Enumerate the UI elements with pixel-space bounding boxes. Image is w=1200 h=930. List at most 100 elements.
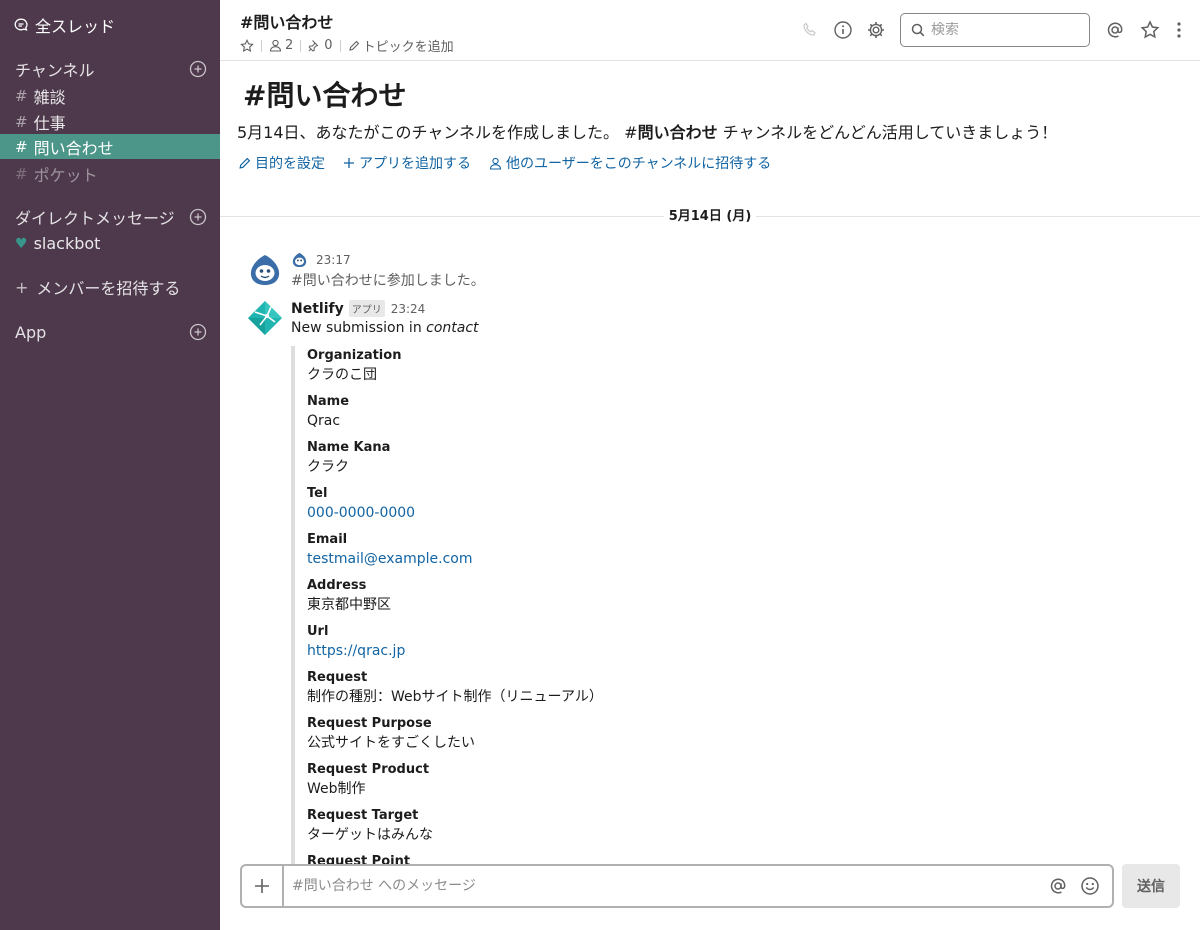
field-label: Email — [307, 532, 348, 547]
bot-small-avatar-icon — [292, 252, 307, 268]
star-channel-button[interactable] — [240, 38, 254, 53]
plus-icon — [344, 158, 354, 168]
channels-section-label[interactable]: チャンネル — [15, 57, 95, 81]
message-timestamp[interactable]: 23:24 — [391, 302, 426, 316]
sidebar-dm-slackbot[interactable]: ♥ slackbot — [0, 231, 220, 256]
member-count: 2 — [285, 38, 294, 53]
netlify-avatar[interactable] — [247, 300, 283, 336]
separator — [261, 39, 262, 52]
header-actions — [798, 18, 888, 42]
info-icon[interactable] — [831, 18, 855, 42]
set-purpose-label: 目的を設定 — [255, 156, 325, 172]
field-label: Request Point — [307, 854, 411, 864]
email-link[interactable]: testmail@example.com — [307, 550, 1171, 568]
add-app-label: アプリを追加する — [359, 156, 471, 172]
hash-icon: # — [15, 86, 28, 105]
add-topic-button[interactable]: トピックを追加 — [348, 36, 454, 55]
bot-avatar[interactable] — [247, 251, 283, 287]
channels-section-header: チャンネル — [15, 58, 207, 80]
all-threads-label: 全スレッド — [35, 17, 116, 36]
channel-header: #問い合わせ 2 0 トピックを追加 — [220, 0, 1200, 61]
dm-section-header: ダイレクトメッセージ — [15, 206, 207, 228]
separator — [300, 39, 302, 52]
field-value: 公式サイトをすごくしたい — [307, 735, 475, 751]
search-input[interactable] — [931, 22, 1071, 38]
attachment-field: Tel 000-0000-0000 — [295, 484, 1171, 522]
mentions-icon[interactable] — [1103, 18, 1127, 42]
plus-icon: + — [15, 277, 29, 297]
message-text-prefix: New submission in — [291, 320, 427, 336]
channel-intro-actions: 目的を設定 アプリを追加する 他のユーザーをこのチャンネルに招待する — [238, 153, 789, 173]
channel-name: 雑談 — [33, 87, 66, 107]
attachment-field: Name Kana クラク — [295, 438, 1171, 476]
search-icon — [911, 23, 925, 37]
attach-button[interactable] — [242, 866, 284, 906]
channel-meta: 2 0 トピックを追加 — [240, 36, 454, 55]
set-purpose-link[interactable]: 目的を設定 — [238, 153, 325, 173]
star-items-icon[interactable] — [1138, 18, 1162, 42]
sidebar-channel-toiawase[interactable]: # 問い合わせ — [0, 134, 220, 159]
emoji-icon[interactable] — [1078, 874, 1102, 898]
sidebar-channel-zatsudan[interactable]: # 雑談 — [0, 83, 220, 108]
pencil-icon — [239, 157, 251, 169]
intro-channel-name: 問い合わせ — [637, 123, 718, 142]
call-icon[interactable] — [798, 18, 822, 42]
field-label: Tel — [307, 486, 328, 501]
pinned-count-button[interactable]: 0 — [308, 38, 333, 53]
message-composer — [240, 864, 1114, 908]
message-attachment: Organization クラのこ団 Name Qrac Name Kana ク… — [291, 346, 1171, 864]
header-right-actions — [1103, 18, 1191, 42]
phone-link[interactable]: 000-0000-0000 — [307, 504, 1171, 522]
gear-icon[interactable] — [864, 18, 888, 42]
composer-actions — [1046, 874, 1112, 898]
field-label: Request Target — [307, 808, 419, 823]
field-value: クラク — [307, 459, 349, 475]
invite-users-link[interactable]: 他のユーザーをこのチャンネルに招待する — [489, 153, 771, 173]
add-dm-icon[interactable] — [189, 208, 207, 226]
attachment-field: Request Point — [295, 852, 1171, 864]
message-text: New submission in contact — [291, 320, 479, 336]
hash-icon: # — [15, 112, 28, 131]
dm-section-label[interactable]: ダイレクトメッセージ — [15, 205, 175, 229]
star-icon — [240, 38, 254, 52]
field-value: 東京都中野区 — [307, 597, 391, 613]
message-text: #問い合わせに参加しました。 — [291, 273, 485, 289]
url-link[interactable]: https://qrac.jp — [307, 642, 1171, 660]
field-label: Request Product — [307, 762, 430, 777]
attachment-field: Organization クラのこ団 — [295, 346, 1171, 384]
field-label: Url — [307, 624, 329, 639]
message-header: 23:17 — [291, 251, 351, 268]
sidebar-channel-shigoto[interactable]: # 仕事 — [0, 109, 220, 134]
invite-members-button[interactable]: + メンバーを招待する — [15, 276, 180, 299]
add-app-icon[interactable] — [189, 323, 207, 341]
field-label: Address — [307, 578, 367, 593]
app-section-header: App — [15, 321, 207, 343]
search-box[interactable] — [900, 13, 1090, 47]
add-app-link[interactable]: アプリを追加する — [343, 153, 471, 173]
plus-icon — [255, 879, 269, 893]
field-label: Request — [307, 670, 368, 685]
date-divider-label[interactable]: 5月14日 (月) — [664, 206, 756, 228]
message-input[interactable] — [284, 878, 1046, 894]
all-threads-link[interactable]: 全スレッド — [13, 14, 115, 36]
message-timestamp[interactable]: 23:17 — [316, 253, 351, 267]
channel-name: 問い合わせ — [33, 138, 114, 158]
add-topic-label: トピックを追加 — [362, 40, 454, 55]
send-button[interactable]: 送信 — [1122, 864, 1180, 908]
app-section-label[interactable]: App — [15, 323, 46, 342]
add-channel-icon[interactable] — [189, 60, 207, 78]
field-value: 制作の種別：Webサイト制作（リニューアル） — [307, 689, 603, 705]
attachment-field: Address 東京都中野区 — [295, 576, 1171, 614]
attachment-field: Email testmail@example.com — [295, 530, 1171, 568]
channel-name: ポケット — [33, 165, 98, 185]
member-count-button[interactable]: 2 — [269, 38, 293, 53]
hash-icon: # — [15, 137, 28, 156]
attachment-field: Request Purpose 公式サイトをすごくしたい — [295, 714, 1171, 752]
more-icon[interactable] — [1167, 18, 1191, 42]
field-label: Name Kana — [307, 440, 391, 455]
invite-users-label: 他のユーザーをこのチャンネルに招待する — [506, 156, 772, 172]
mention-icon[interactable] — [1046, 874, 1070, 898]
sender-name[interactable]: Netlify — [291, 301, 344, 317]
sidebar-channel-pocket[interactable]: # ポケット — [0, 161, 220, 186]
channel-title[interactable]: #問い合わせ — [240, 9, 333, 33]
